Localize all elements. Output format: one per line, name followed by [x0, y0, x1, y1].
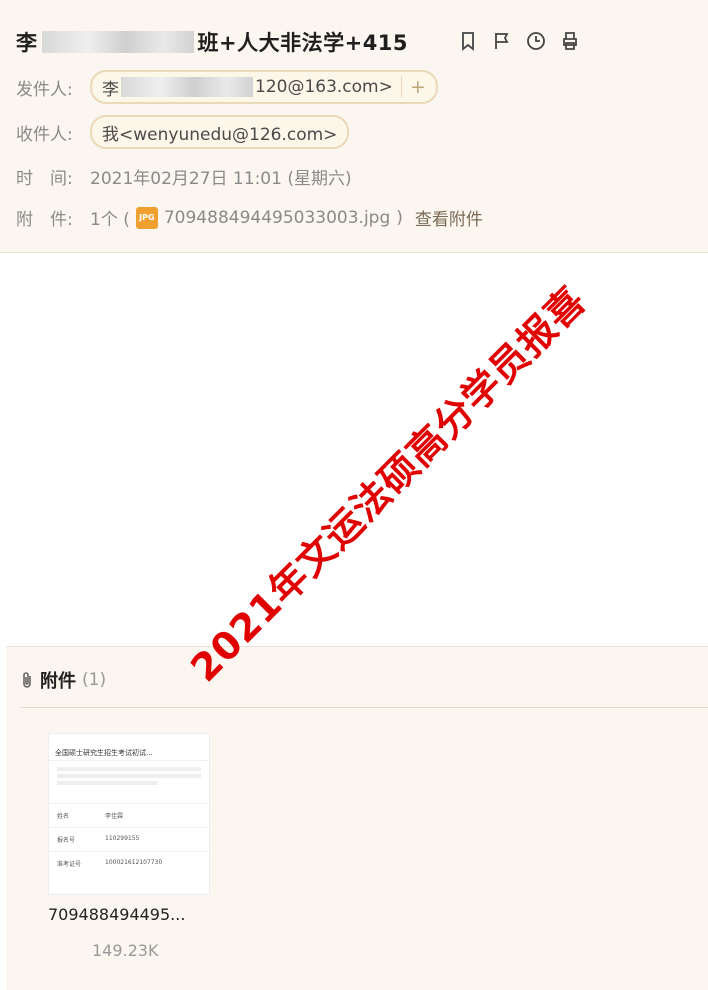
recipient-chip[interactable]: 我<wenyunedu@126.com> [90, 115, 350, 149]
attach-count: 1个 ( [90, 210, 130, 230]
sender-chip[interactable]: 李 120@163.com> + [90, 70, 438, 104]
attach-close: ) [396, 207, 403, 228]
add-contact-button[interactable]: + [400, 76, 426, 98]
subject-prefix: 李 [16, 31, 38, 55]
preview-key: 准考证号 [57, 861, 82, 868]
preview-row: 姓名 李佳霖 [49, 803, 209, 827]
sender-name: 李 [102, 79, 119, 100]
preview-paragraph [49, 761, 209, 803]
preview-value: 110299155 [105, 835, 140, 842]
attach-row: 附 件: 1个 ( JPG 709488494495033003.jpg ) 查… [16, 205, 483, 230]
attach-label: 附 件: [16, 210, 73, 230]
attachment-title: 附件 [40, 671, 76, 692]
preview-value: 李佳霖 [105, 813, 124, 820]
attachment-section: 附件 (1) 全国硕士研究生招生考试初试... 姓名 李佳霖 报名号 11029… [6, 646, 708, 990]
bookmark-icon[interactable] [455, 28, 481, 54]
time-label: 时 间: [16, 169, 73, 189]
jpg-file-icon: JPG [135, 206, 158, 229]
preview-title: 全国硕士研究生招生考试初试... [49, 746, 209, 761]
from-label: 发件人: [16, 79, 73, 100]
paperclip-icon [23, 672, 31, 688]
to-row: 收件人: 我<wenyunedu@126.com> [16, 115, 350, 149]
attachment-filename[interactable]: 709488494495... [48, 905, 185, 924]
preview-row: 报名号 110299155 [49, 827, 209, 851]
time-row: 时 间: 2021年02月27日 11:01 (星期六) [16, 164, 352, 189]
from-row: 发件人: 李 120@163.com> + [16, 70, 438, 104]
mail-actions [455, 28, 583, 54]
clock-icon[interactable] [523, 28, 549, 54]
attachment-thumbnail[interactable]: 全国硕士研究生招生考试初试... 姓名 李佳霖 报名号 110299155 准考… [48, 733, 210, 895]
mail-subject: 李 班+人大非法学+415 [16, 24, 408, 60]
attachment-count: (1) [82, 670, 107, 690]
promo-stamp-text: 2021年文运法硕高分学员报喜 [182, 278, 595, 691]
preview-key: 姓名 [57, 813, 70, 820]
preview-value: 100021612107730 [105, 859, 163, 866]
preview-row: 准考证号 100021612107730 [49, 851, 209, 875]
time-value: 2021年02月27日 11:01 (星期六) [90, 169, 352, 189]
attach-filename[interactable]: 709488494495033003.jpg [164, 208, 390, 228]
redacted-block [121, 77, 253, 97]
mail-header: 李 班+人大非法学+415 发件人: 李 120@163.com> + 收件人:… [0, 0, 708, 253]
attachment-size: 149.23K [92, 941, 159, 960]
redacted-block [41, 31, 194, 53]
print-icon[interactable] [557, 28, 583, 54]
divider [20, 707, 708, 708]
attachment-header: 附件 (1) [20, 667, 106, 693]
phone-status-bar [49, 734, 209, 746]
flag-icon[interactable] [489, 28, 515, 54]
subject-suffix: 班+人大非法学+415 [197, 31, 409, 55]
to-label: 收件人: [16, 124, 73, 145]
preview-key: 报名号 [57, 837, 76, 844]
sender-email: 120@163.com> [255, 77, 393, 97]
view-attachment-link[interactable]: 查看附件 [415, 205, 483, 230]
